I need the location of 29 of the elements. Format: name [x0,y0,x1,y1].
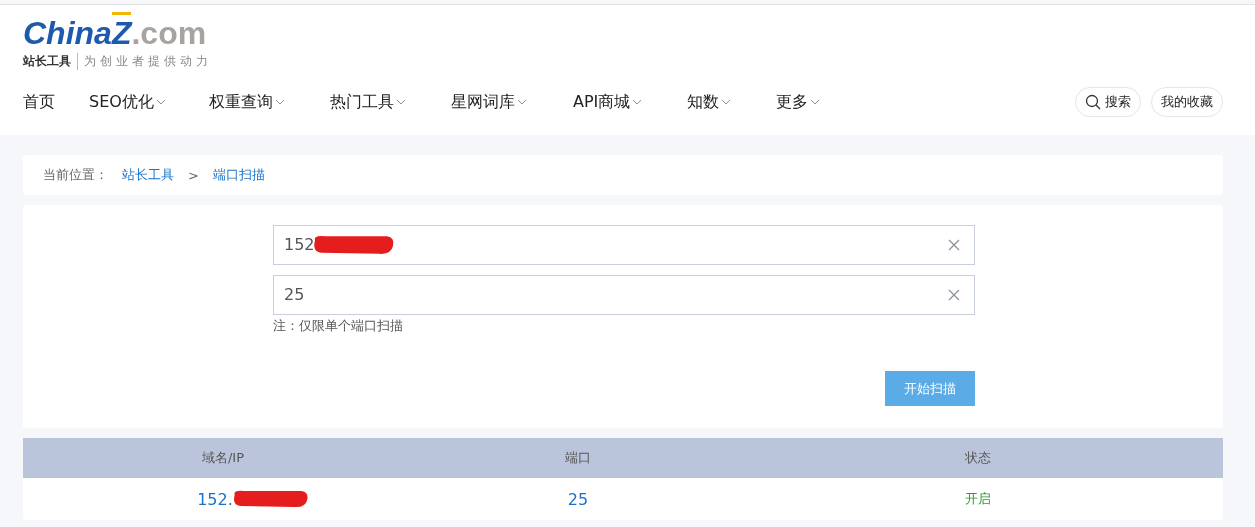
clear-icon[interactable] [948,239,960,251]
breadcrumb-link[interactable]: 站长工具 [122,166,174,184]
breadcrumb-label: 当前位置： [43,166,108,184]
nav-item[interactable]: SEO优化 [89,91,209,113]
nav-item[interactable]: 知数 [687,91,776,113]
note-text: 注：仅限单个端口扫描 [273,317,404,335]
table-cell: 25 [567,489,589,509]
table-cell: 开启 [965,491,991,506]
breadcrumb-link[interactable]: 端口扫描 [212,166,265,184]
search-button[interactable]: 搜索 [1075,87,1141,117]
column-header: 端口 [564,449,592,467]
site-name: 站长工具 [23,53,78,70]
clear-icon[interactable] [948,289,960,301]
input-field[interactable]: 25 [273,275,975,315]
nav-item[interactable]: 热门工具 [330,91,451,113]
breadcrumb-separator: > [188,167,199,183]
input-field[interactable]: 152 [273,225,975,265]
nav-item[interactable]: API商城 [573,91,687,113]
search-icon [1085,94,1101,110]
slogan: 为创业者提供动力 [84,53,212,70]
column-header: 域名/IP [200,449,246,467]
nav-item[interactable]: 权重查询 [209,91,330,113]
nav-item[interactable]: 更多 [776,91,820,113]
nav-item[interactable]: 星网词库 [451,91,573,113]
table-cell: 152. [197,489,233,509]
logo[interactable]: ChinaZ.com [23,15,207,51]
column-header: 状态 [964,449,992,467]
nav-item[interactable]: 首页 [23,91,89,113]
favorites-button[interactable]: 我的收藏 [1151,87,1223,117]
